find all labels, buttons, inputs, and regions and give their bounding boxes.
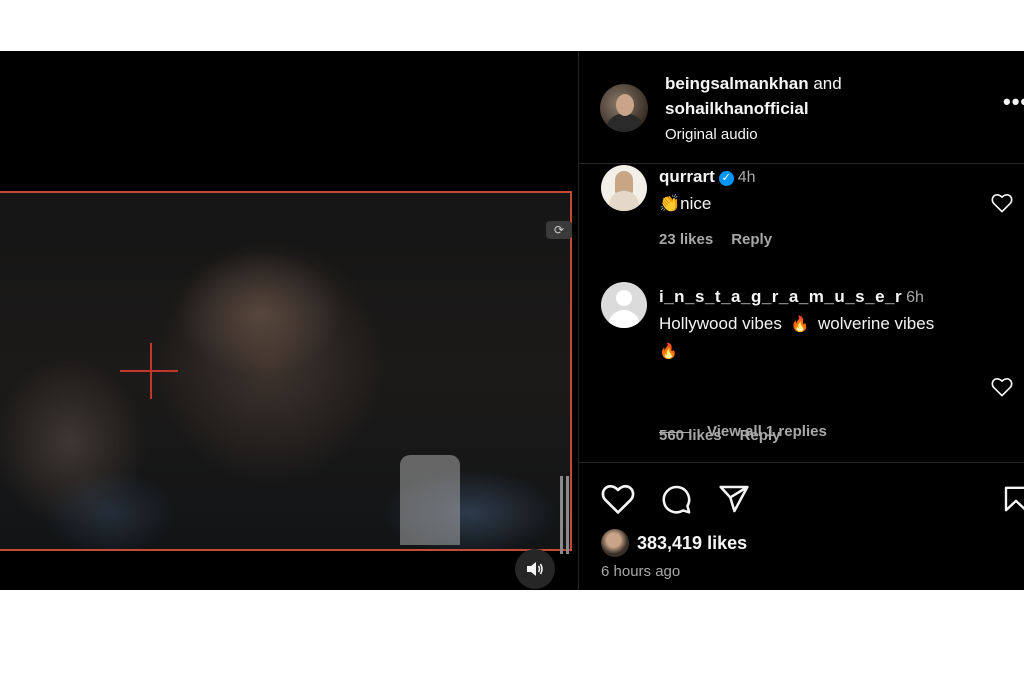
author-info: beingsalmankhan and sohailkhanofficial O… [665, 71, 842, 147]
video-player[interactable]: ⟳ [0, 51, 578, 590]
post-header: beingsalmankhan and sohailkhanofficial O… [579, 51, 1024, 164]
post-details-panel: beingsalmankhan and sohailkhanofficial O… [579, 51, 1024, 590]
bookmark-icon[interactable] [1001, 483, 1024, 515]
comment-time[interactable]: 6h [906, 289, 924, 306]
instagram-post-modal: ⟳ beingsalmankhan and sohailkhanofficial… [0, 51, 1024, 590]
comment-text: Hollywood vibes 🔥 wolverine vibes 🔥 [659, 311, 989, 365]
commenter-username[interactable]: i_n_s_t_a_g_r_a_m_u_s_e_r [659, 287, 902, 306]
rotate-icon: ⟳ [546, 221, 572, 239]
fire-emoji: 🔥 [659, 343, 678, 360]
audio-link[interactable]: Original audio [665, 126, 758, 143]
comment-icon[interactable] [659, 483, 693, 515]
comment-body-part2: wolverine vibes [818, 314, 935, 333]
comment-item: qurrart ✓ 4h 👏nice 23 likes Reply [579, 163, 1024, 273]
more-options-icon[interactable]: ••• [1003, 89, 1024, 115]
share-icon[interactable] [717, 483, 751, 515]
liker-avatar[interactable] [601, 529, 629, 557]
clap-emoji: 👏 [659, 194, 681, 213]
comment-meta: 23 likes Reply [659, 231, 790, 248]
author-username-secondary[interactable]: sohailkhanofficial [665, 99, 809, 118]
comment-body-part1: Hollywood vibes [659, 314, 782, 333]
speaker-icon [527, 562, 543, 576]
comment-text: 👏nice [659, 191, 711, 217]
mute-button[interactable] [515, 549, 555, 589]
video-subject-collar [400, 455, 460, 545]
reply-button[interactable]: Reply [731, 231, 772, 248]
commenter-username[interactable]: qurrart [659, 167, 715, 186]
post-timestamp[interactable]: 6 hours ago [601, 563, 680, 580]
video-frame[interactable] [0, 191, 572, 551]
comment-like-heart-icon[interactable] [991, 193, 1013, 213]
verified-badge-icon: ✓ [718, 171, 734, 186]
fire-emoji: 🔥 [790, 316, 810, 333]
heart-icon[interactable] [601, 483, 635, 515]
crosshair-horizontal [120, 370, 178, 372]
view-replies-label[interactable]: View all 1 replies [707, 423, 827, 440]
comment-body: nice [680, 194, 712, 213]
comment-like-heart-icon[interactable] [991, 377, 1013, 397]
likes-count[interactable]: 383,419 likes [637, 533, 747, 554]
commenter-avatar[interactable] [601, 165, 647, 211]
author-avatar[interactable] [600, 84, 648, 132]
author-conjunction: and [813, 74, 842, 93]
comment-likes[interactable]: 23 likes [659, 231, 713, 248]
view-replies-button[interactable]: View all 1 replies [659, 423, 827, 440]
video-scrub-handle[interactable] [560, 476, 572, 554]
actions-divider [579, 462, 1024, 463]
replies-line [659, 431, 691, 433]
comment-time[interactable]: 4h [738, 169, 756, 186]
author-username-primary[interactable]: beingsalmankhan [665, 74, 809, 93]
commenter-avatar-default[interactable] [601, 282, 647, 328]
